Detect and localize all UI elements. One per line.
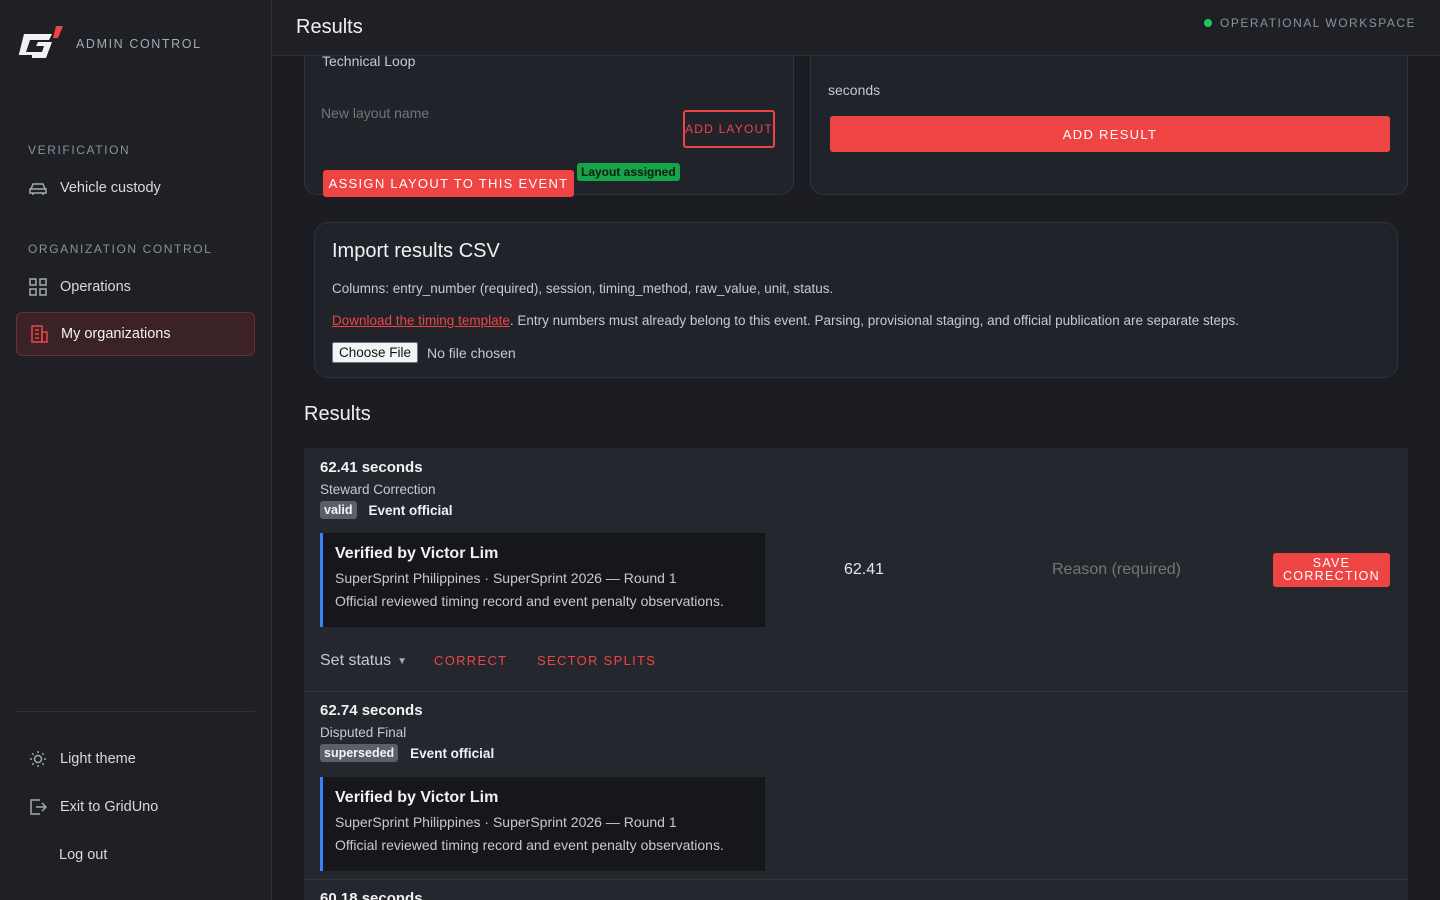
sidebar-item-label: Exit to GridUno bbox=[60, 799, 159, 815]
sun-icon bbox=[28, 749, 48, 769]
result-time: 62.41 seconds bbox=[320, 459, 423, 476]
sidebar-item-operations[interactable]: Operations bbox=[16, 265, 255, 309]
car-icon bbox=[28, 178, 48, 198]
brand[interactable]: ADMIN CONTROL bbox=[16, 24, 202, 64]
sector-splits-button[interactable]: SECTOR SPLITS bbox=[537, 653, 656, 668]
result-time: 62.74 seconds bbox=[320, 702, 423, 719]
sidebar-item-light-theme[interactable]: Light theme bbox=[16, 737, 255, 781]
add-layout-button[interactable]: ADD LAYOUT bbox=[683, 110, 775, 148]
result-row: 62.74 seconds Disputed Final superseded … bbox=[304, 692, 1408, 879]
result-row: 62.41 seconds Steward Correction valid E… bbox=[304, 448, 1408, 691]
grid-icon bbox=[28, 277, 48, 297]
download-template-link[interactable]: Download the timing template bbox=[332, 313, 510, 328]
sidebar-item-vehicle-custody[interactable]: Vehicle custody bbox=[16, 166, 255, 210]
verified-event: SuperSprint Philippines · SuperSprint 20… bbox=[335, 570, 677, 586]
import-columns-text: Columns: entry_number (required), sessio… bbox=[332, 281, 834, 296]
reason-input[interactable] bbox=[1052, 556, 1262, 584]
import-note: Download the timing template. Entry numb… bbox=[332, 313, 1239, 328]
sidebar-item-label: My organizations bbox=[61, 326, 171, 342]
file-status: No file chosen bbox=[427, 345, 516, 361]
sidebar-item-label: Log out bbox=[59, 847, 108, 863]
result-row: 60.18 seconds bbox=[304, 880, 1408, 900]
main-content: Technical Loop ADD LAYOUT ASSIGN LAYOUT … bbox=[272, 56, 1440, 900]
section-label-organization-control: ORGANIZATION CONTROL bbox=[28, 242, 213, 256]
sidebar-divider bbox=[16, 711, 255, 712]
import-csv-card: Import results CSV Columns: entry_number… bbox=[314, 222, 1398, 378]
building-icon bbox=[29, 324, 49, 344]
current-layout: Technical Loop bbox=[322, 56, 416, 69]
verified-note: Official reviewed timing record and even… bbox=[335, 837, 724, 853]
result-tags: valid Event official bbox=[320, 501, 453, 519]
result-tags: superseded Event official bbox=[320, 744, 494, 762]
layout-assigned-badge: Layout assigned bbox=[577, 163, 680, 181]
sidebar-item-label: Operations bbox=[60, 279, 131, 295]
scope-label: Event official bbox=[368, 502, 453, 518]
verified-event: SuperSprint Philippines · SuperSprint 20… bbox=[335, 814, 677, 830]
result-session: Disputed Final bbox=[320, 725, 407, 740]
template-note: . Entry numbers must already belong to t… bbox=[509, 313, 1240, 328]
verification-block: Verified by Victor Lim SuperSprint Phili… bbox=[320, 777, 765, 871]
status-badge: superseded bbox=[320, 744, 399, 762]
sidebar-item-log-out[interactable]: Log out bbox=[16, 833, 255, 877]
sidebar-item-my-organizations[interactable]: My organizations bbox=[16, 312, 255, 356]
verified-title: Verified by Victor Lim bbox=[335, 789, 499, 806]
save-correction-button[interactable]: SAVE CORRECTION bbox=[1273, 553, 1390, 587]
topbar: Results OPERATIONAL WORKSPACE bbox=[272, 0, 1440, 56]
status-dot-icon bbox=[1204, 19, 1213, 27]
sidebar-item-exit[interactable]: Exit to GridUno bbox=[16, 785, 255, 829]
set-status-label: Set status bbox=[320, 652, 392, 669]
workspace-label: OPERATIONAL WORKSPACE bbox=[1220, 16, 1416, 30]
layout-card: Technical Loop ADD LAYOUT ASSIGN LAYOUT … bbox=[304, 56, 794, 197]
section-label-verification: VERIFICATION bbox=[28, 143, 131, 157]
scope-label: Event official bbox=[410, 745, 495, 761]
sidebar: ADMIN CONTROL VERIFICATION Vehicle custo… bbox=[0, 0, 272, 900]
new-layout-name-input[interactable] bbox=[321, 101, 661, 125]
gridUno-logo-icon bbox=[16, 26, 63, 58]
result-session: Steward Correction bbox=[320, 482, 436, 497]
verification-block: Verified by Victor Lim SuperSprint Phili… bbox=[320, 533, 765, 627]
unit-label: seconds bbox=[828, 82, 881, 98]
correction-value-input[interactable] bbox=[844, 556, 1014, 584]
choose-file-button[interactable]: Choose File bbox=[332, 342, 419, 363]
add-result-card: seconds ADD RESULT bbox=[810, 56, 1408, 195]
page-title: Results bbox=[296, 16, 363, 38]
brand-text: ADMIN CONTROL bbox=[76, 37, 202, 51]
sidebar-item-label: Vehicle custody bbox=[60, 180, 161, 196]
correct-button[interactable]: CORRECT bbox=[434, 653, 507, 668]
workspace-status: OPERATIONAL WORKSPACE bbox=[1204, 16, 1416, 30]
verified-title: Verified by Victor Lim bbox=[335, 545, 499, 562]
result-time: 60.18 seconds bbox=[320, 890, 423, 900]
assign-layout-button[interactable]: ASSIGN LAYOUT TO THIS EVENT bbox=[323, 170, 574, 197]
add-result-button[interactable]: ADD RESULT bbox=[830, 116, 1390, 152]
verified-note: Official reviewed timing record and even… bbox=[335, 593, 724, 609]
status-badge: valid bbox=[320, 501, 357, 519]
results-title: Results bbox=[304, 403, 371, 425]
set-status-select[interactable]: Set status ▼ bbox=[320, 652, 407, 670]
chevron-down-icon: ▼ bbox=[397, 655, 408, 667]
import-title: Import results CSV bbox=[332, 240, 500, 262]
sidebar-item-label: Light theme bbox=[60, 751, 136, 767]
exit-icon bbox=[28, 797, 48, 817]
